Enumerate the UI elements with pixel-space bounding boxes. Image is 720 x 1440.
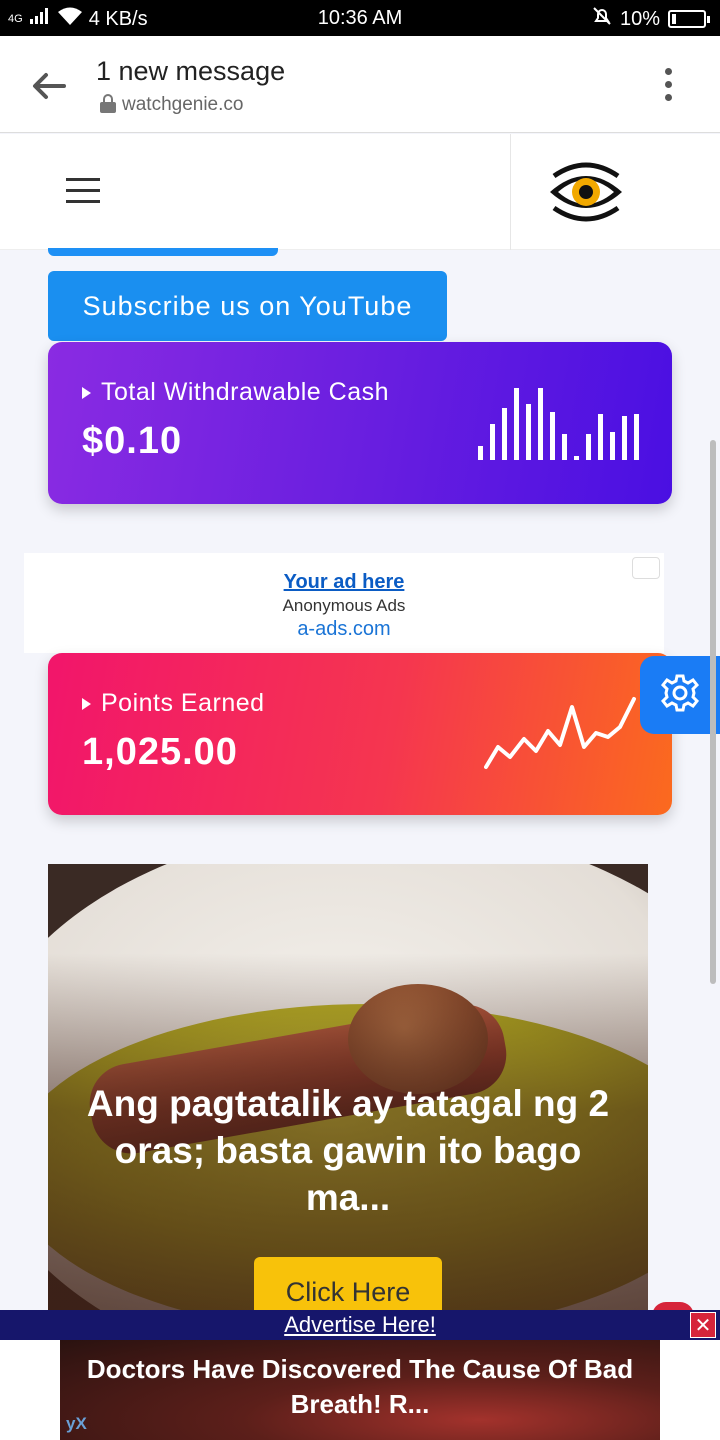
click-here-button[interactable]: Click Here <box>254 1257 442 1312</box>
withdrawable-cash-card: Total Withdrawable Cash $0.10 <box>48 342 672 504</box>
line-chart-icon <box>484 697 636 769</box>
ad-brand-logo: yX <box>66 1414 87 1433</box>
status-bar: 4G 4 KB/s 10:36 AM 10% <box>0 0 720 36</box>
battery-percent: 10% <box>619 7 660 30</box>
cut-off-button[interactable] <box>48 248 278 256</box>
ad-domain[interactable]: a-ads.com <box>24 618 664 641</box>
battery-icon <box>668 10 710 28</box>
bottom-banner-ad[interactable]: Doctors Have Discovered The Cause Of Bad… <box>0 1340 720 1440</box>
lock-icon <box>100 94 116 113</box>
header-divider <box>510 134 511 250</box>
bar-chart-icon <box>478 388 639 460</box>
scrollbar[interactable] <box>710 440 716 984</box>
advertise-bar: Advertise Here! ✕ <box>0 1310 720 1340</box>
alarm-off-icon <box>592 6 612 32</box>
more-vert-icon[interactable] <box>656 68 680 108</box>
ad-link[interactable]: Your ad here <box>24 571 664 594</box>
page-title: 1 new message <box>96 56 286 86</box>
url-bar[interactable]: watchgenie.co <box>100 94 243 116</box>
back-button[interactable] <box>26 64 70 108</box>
hamburger-icon[interactable] <box>66 178 100 204</box>
eye-logo-icon[interactable] <box>548 156 624 228</box>
arrow-left-icon <box>33 73 66 99</box>
cash-label: Total Withdrawable Cash <box>101 378 390 406</box>
triangle-bullet-icon <box>82 697 91 710</box>
ad-headline: Ang pagtatalik ay tatagal ng 2 oras; bas… <box>86 1083 610 1218</box>
url-text: watchgenie.co <box>122 94 244 115</box>
points-value: 1,025.00 <box>82 731 238 773</box>
bottom-ad-image[interactable]: Doctors Have Discovered The Cause Of Bad… <box>60 1340 660 1440</box>
ad-subtitle: Anonymous Ads <box>282 596 406 615</box>
settings-button[interactable] <box>640 656 720 734</box>
native-ad-card[interactable]: Ang pagtatalik ay tatagal ng 2 oras; bas… <box>48 864 648 1312</box>
triangle-bullet-icon <box>82 386 91 399</box>
cash-label-row: Total Withdrawable Cash <box>82 378 389 407</box>
bottom-ad-text: Doctors Have Discovered The Cause Of Bad… <box>86 1354 634 1419</box>
cash-value: $0.10 <box>82 420 183 462</box>
anonymous-ad-box[interactable]: Your ad here Anonymous Ads a-ads.com <box>24 553 664 653</box>
points-earned-card: Points Earned 1,025.00 <box>48 653 672 815</box>
points-label: Points Earned <box>101 689 265 717</box>
ad-choices-icon[interactable] <box>632 557 660 579</box>
browser-toolbar: 1 new message watchgenie.co <box>0 36 720 133</box>
gear-icon <box>660 674 700 712</box>
subscribe-youtube-button[interactable]: Subscribe us on YouTube <box>48 271 447 341</box>
site-header <box>0 134 720 250</box>
advertise-here-link[interactable]: Advertise Here! <box>284 1312 436 1337</box>
close-icon[interactable]: ✕ <box>690 1312 716 1338</box>
points-label-row: Points Earned <box>82 689 265 718</box>
